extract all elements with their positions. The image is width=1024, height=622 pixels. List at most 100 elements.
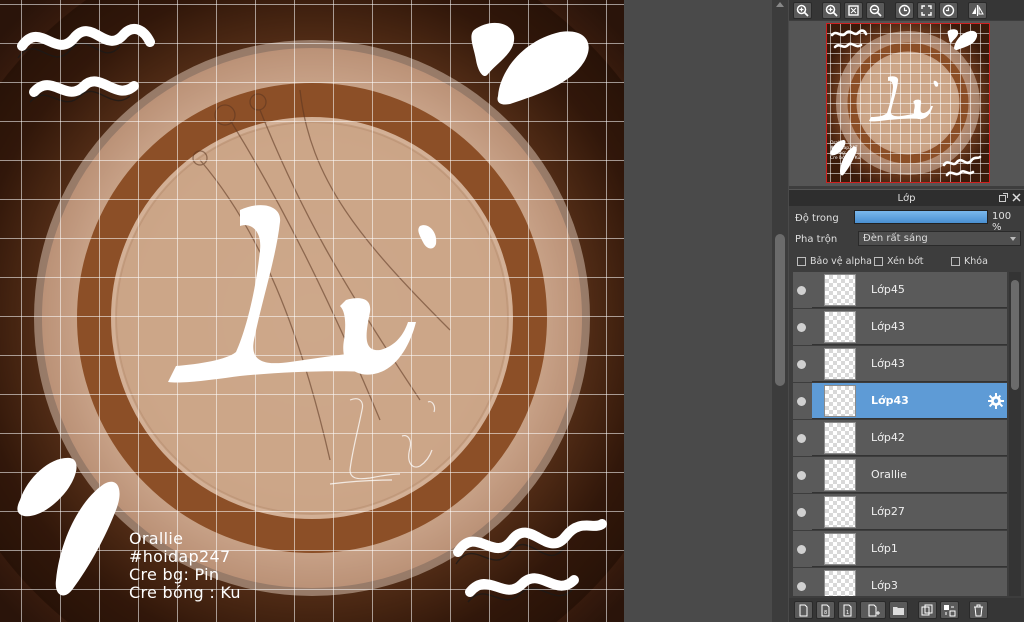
new-8bit-layer-icon[interactable]: 8	[816, 601, 835, 619]
canvas-vertical-scrollbar[interactable]	[772, 0, 788, 622]
merge-layer-icon[interactable]	[940, 601, 959, 619]
layer-row[interactable]: Lớp3	[793, 568, 1007, 596]
zoom-out-icon[interactable]	[866, 1, 885, 19]
visibility-toggle[interactable]	[793, 531, 812, 567]
layer-options: Bảo vệ alpha Xén bớt Khóa	[797, 256, 1022, 270]
layer-row[interactable]: Lớp45	[793, 272, 1007, 308]
scroll-up-arrow-icon[interactable]	[776, 2, 784, 7]
layer-thumbnail	[824, 385, 856, 417]
layer-name: Lớp43	[871, 357, 905, 370]
eye-icon[interactable]	[797, 434, 806, 443]
opacity-slider-fill	[855, 211, 987, 223]
checkbox-box[interactable]	[874, 257, 883, 266]
zoom-in-icon[interactable]	[793, 1, 812, 19]
credits-text: Orallie #hoidap247 Cre bg: Pin Cre bóng …	[129, 530, 241, 602]
opacity-label: Độ trong	[795, 212, 839, 224]
visibility-toggle[interactable]	[793, 457, 812, 493]
lock-checkbox[interactable]: Khóa	[951, 256, 988, 267]
navigator-thumbnail[interactable]: Orallie #hoidap247 Cre bg: Pin Cre bóng …	[826, 23, 990, 183]
delete-layer-icon[interactable]	[969, 601, 988, 619]
add-layer-menu-icon[interactable]	[860, 601, 886, 619]
layer-row[interactable]: Lớp1	[793, 531, 1007, 567]
layer-list-scrollbar[interactable]	[1009, 272, 1021, 596]
zoom-in-2-icon[interactable]	[822, 1, 841, 19]
eye-icon[interactable]	[797, 286, 806, 295]
opacity-value: 100 %	[992, 211, 1012, 233]
gear-icon[interactable]	[987, 392, 1005, 410]
new-layer-icon[interactable]	[794, 601, 813, 619]
chevron-down-icon	[1010, 237, 1016, 241]
eye-icon[interactable]	[797, 508, 806, 517]
fullscreen-icon[interactable]	[917, 1, 936, 19]
drawing-canvas[interactable]: Orallie #hoidap247 Cre bg: Pin Cre bóng …	[0, 0, 624, 622]
layer-list[interactable]: Lớp45 Lớp43 Lớp43 Lớp43 Lớp42 Orallie Lớp27 Lớp…	[793, 272, 1007, 596]
blend-mode-value: Đèn rất sáng	[863, 233, 928, 244]
eye-icon[interactable]	[797, 545, 806, 554]
close-icon[interactable]	[1012, 193, 1021, 202]
layer-thumbnail	[824, 348, 856, 380]
medibang-window: Orallie #hoidap247 Cre bg: Pin Cre bóng …	[0, 0, 1024, 622]
opacity-slider[interactable]	[854, 210, 988, 224]
eye-icon[interactable]	[797, 323, 806, 332]
eye-icon[interactable]	[797, 471, 806, 480]
layer-thumbnail	[824, 496, 856, 528]
visibility-toggle[interactable]	[793, 420, 812, 456]
layer-panel-header: Lớp	[789, 189, 1024, 206]
opacity-row: Độ trong 100 %	[795, 210, 1020, 233]
credit-line: #hoidap247	[129, 547, 231, 566]
layer-name: Lớp1	[871, 542, 898, 555]
navigator-preview[interactable]: Orallie #hoidap247 Cre bg: Pin Cre bóng …	[789, 21, 1024, 186]
layer-name: Lớp42	[871, 431, 905, 444]
layer-thumbnail	[824, 533, 856, 565]
visibility-toggle[interactable]	[793, 309, 812, 345]
visibility-toggle[interactable]	[793, 494, 812, 530]
right-panel: Orallie #hoidap247 Cre bg: Pin Cre bóng …	[789, 0, 1024, 622]
svg-text:8: 8	[824, 610, 827, 616]
blend-mode-label: Pha trộn	[795, 233, 838, 245]
svg-text:1: 1	[846, 610, 849, 616]
layer-row[interactable]: Lớp42	[793, 420, 1007, 456]
checkbox-box[interactable]	[951, 257, 960, 266]
duplicate-layer-icon[interactable]	[918, 601, 937, 619]
visibility-toggle[interactable]	[793, 272, 812, 308]
popout-icon[interactable]	[999, 193, 1008, 202]
layer-toolbar: 8 1	[789, 598, 1024, 622]
navigator-toolbar	[789, 0, 1024, 20]
eye-icon[interactable]	[797, 397, 806, 406]
layer-row[interactable]: Orallie	[793, 457, 1007, 493]
new-1bit-layer-icon[interactable]: 1	[838, 601, 857, 619]
scrollbar-thumb[interactable]	[775, 234, 785, 386]
artwork	[0, 0, 624, 622]
layer-name: Lớp43	[871, 394, 909, 407]
credit-line: Orallie	[129, 529, 184, 548]
folder-icon[interactable]	[889, 601, 908, 619]
layer-name: Lớp3	[871, 579, 898, 592]
blend-mode-dropdown[interactable]: Đèn rất sáng	[858, 231, 1021, 246]
layer-name: Orallie	[871, 468, 907, 481]
layer-row[interactable]: Lớp43	[793, 309, 1007, 345]
visibility-toggle[interactable]	[793, 383, 812, 419]
rotate-left-icon[interactable]	[895, 1, 914, 19]
rotate-right-icon[interactable]	[939, 1, 958, 19]
clipping-label: Xén bớt	[887, 256, 924, 267]
protect-alpha-checkbox[interactable]: Bảo vệ alpha	[797, 256, 872, 267]
layer-row-selected[interactable]: Lớp43	[793, 383, 1007, 419]
flip-icon[interactable]	[968, 1, 987, 19]
visibility-toggle[interactable]	[793, 346, 812, 382]
visibility-toggle[interactable]	[793, 568, 812, 596]
blend-mode-row: Pha trộn Đèn rất sáng	[795, 231, 1021, 247]
eye-icon[interactable]	[797, 582, 806, 591]
protect-alpha-label: Bảo vệ alpha	[810, 256, 872, 267]
credit-line: Cre bóng : Ku	[129, 583, 241, 602]
eye-icon[interactable]	[797, 360, 806, 369]
checkbox-box[interactable]	[797, 257, 806, 266]
layer-name: Lớp45	[871, 283, 905, 296]
scrollbar-thumb[interactable]	[1011, 280, 1019, 390]
lock-label: Khóa	[964, 256, 988, 267]
layer-row[interactable]: Lớp27	[793, 494, 1007, 530]
fit-screen-icon[interactable]	[844, 1, 863, 19]
layer-thumbnail	[824, 570, 856, 596]
navigator-credits: Orallie #hoidap247 Cre bg: Pin Cre bóng …	[830, 141, 860, 161]
clipping-checkbox[interactable]: Xén bớt	[874, 256, 924, 267]
layer-row[interactable]: Lớp43	[793, 346, 1007, 382]
